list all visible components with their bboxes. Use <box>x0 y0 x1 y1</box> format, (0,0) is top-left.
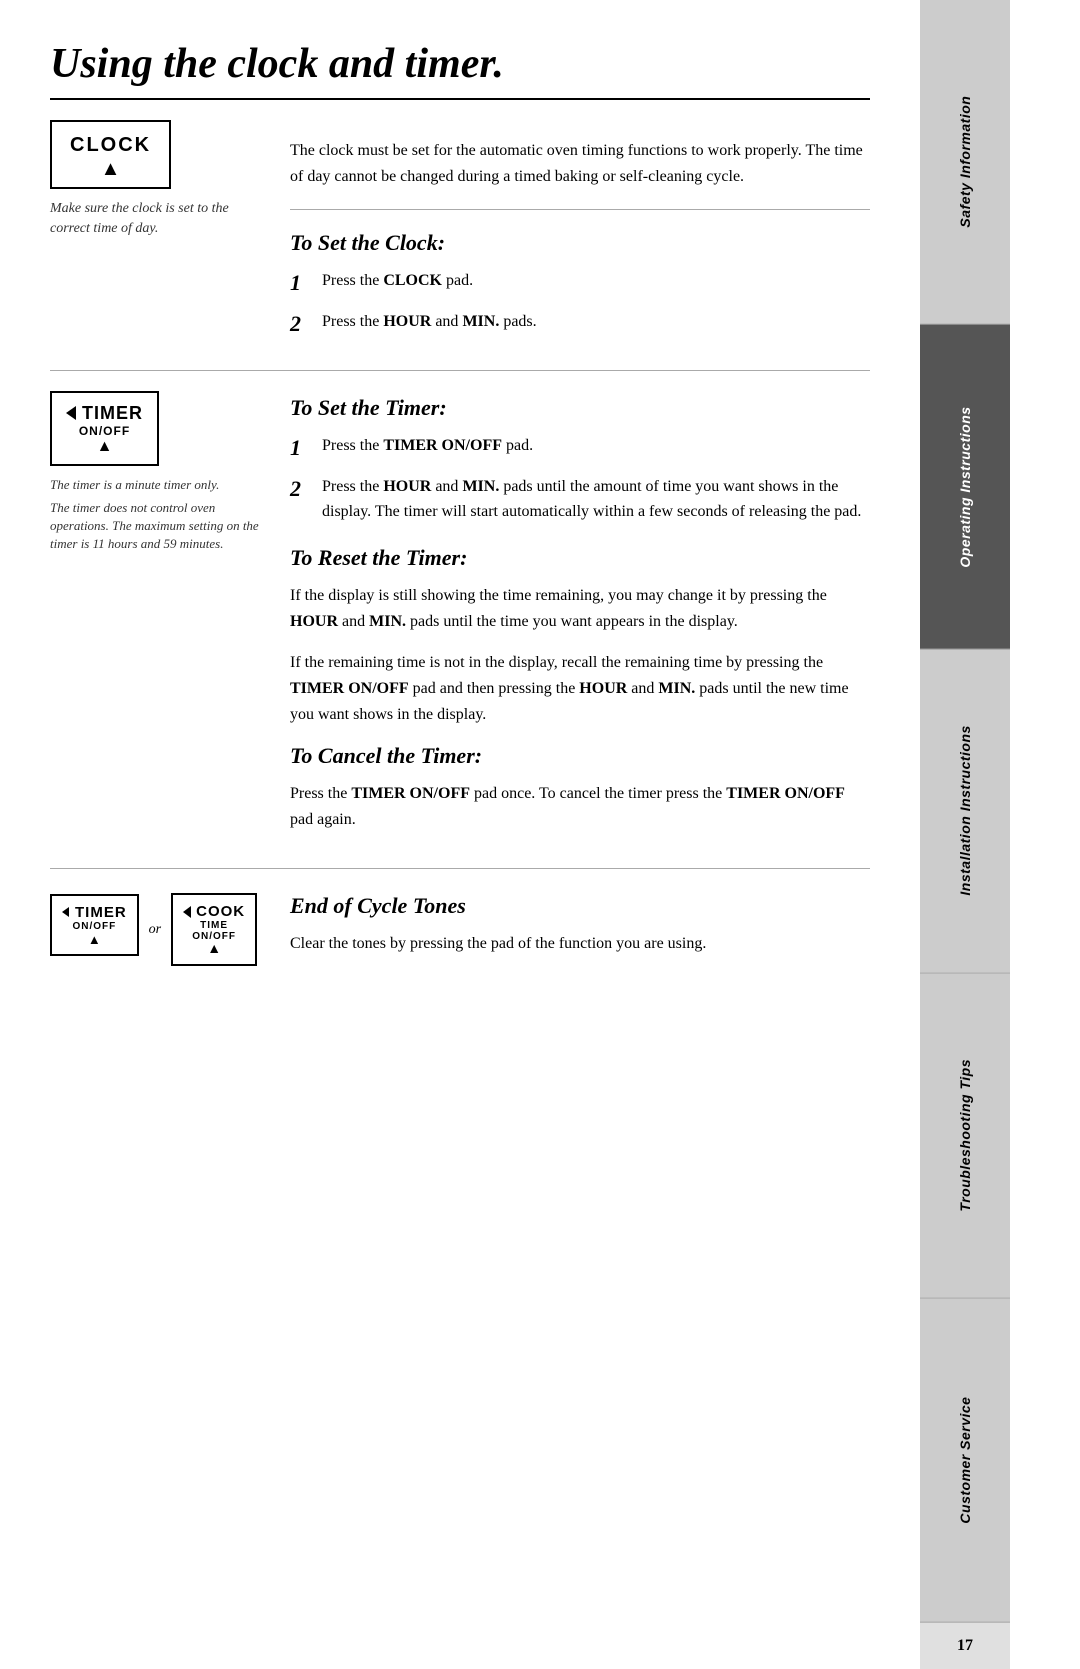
cancel-para: Press the TIMER ON/OFF pad once. To canc… <box>290 781 870 834</box>
cook-time-main-label: COOK <box>196 903 245 920</box>
cook-time-sub1: TIME <box>183 920 245 931</box>
step-num-1: 1 <box>290 268 314 299</box>
end-icons-col: TIMER ON/OFF ▲ or COOK TIME ON/OFF ▲ <box>50 889 290 971</box>
timer-caption1: The timer is a minute timer only. <box>50 476 270 494</box>
timer-step2-bold2: MIN. <box>462 478 499 495</box>
reset-bold1: HOUR <box>290 613 338 630</box>
end-timer-label: TIMER <box>75 904 127 921</box>
sidebar-tab-safety: Safety Information <box>920 0 1010 325</box>
or-text: or <box>149 922 161 938</box>
page-number: 17 <box>920 1623 1010 1669</box>
reset2-bold1: TIMER ON/OFF <box>290 680 409 697</box>
timer-label: TIMER <box>82 403 143 424</box>
sidebar-tab-operating: Operating Instructions <box>920 325 1010 650</box>
divider-3 <box>50 868 870 869</box>
cancel-bold1: TIMER ON/OFF <box>351 785 470 802</box>
set-clock-heading: To Set the Clock: <box>290 230 870 256</box>
clock-arrow-icon: ▲ <box>70 161 151 177</box>
divider-1 <box>290 209 870 210</box>
timer-box: TIMER ON/OFF ▲ <box>50 391 159 466</box>
timer-section: TIMER ON/OFF ▲ The timer is a minute tim… <box>50 391 870 848</box>
clock-step1-text: Press the CLOCK pad. <box>322 268 473 294</box>
cook-time-arrow-icon: ▲ <box>183 942 245 958</box>
clock-step1-bold: CLOCK <box>383 272 442 289</box>
clock-intro: The clock must be set for the automatic … <box>290 138 870 189</box>
step-num-2: 2 <box>290 309 314 340</box>
timer-step2-bold1: HOUR <box>383 478 431 495</box>
clock-label: CLOCK <box>70 134 151 156</box>
reset2-bold3: MIN. <box>658 680 695 697</box>
cancel-timer-heading: To Cancel the Timer: <box>290 743 870 769</box>
cook-time-box: COOK TIME ON/OFF ▲ <box>171 893 257 966</box>
timer-step1-text: Press the TIMER ON/OFF pad. <box>322 433 533 459</box>
cancel-bold2: TIMER ON/OFF <box>726 785 845 802</box>
timer-right-col: To Set the Timer: 1 Press the TIMER ON/O… <box>290 391 870 848</box>
timer-step-num-1: 1 <box>290 433 314 464</box>
clock-left-col: CLOCK ▲ Make sure the clock is set to th… <box>50 120 290 350</box>
end-cycle-para: Clear the tones by pressing the pad of t… <box>290 931 870 957</box>
clock-caption: Make sure the clock is set to the correc… <box>50 199 270 238</box>
main-content: Using the clock and timer. CLOCK ▲ Make … <box>0 0 920 1669</box>
clock-section: CLOCK ▲ Make sure the clock is set to th… <box>50 120 870 350</box>
end-cycle-heading: End of Cycle Tones <box>290 893 870 919</box>
reset2-bold2: HOUR <box>579 680 627 697</box>
set-timer-heading: To Set the Timer: <box>290 395 870 421</box>
sidebar: Safety Information Operating Instruction… <box>920 0 1010 1669</box>
end-cycle-section: TIMER ON/OFF ▲ or COOK TIME ON/OFF ▲ End… <box>50 889 870 971</box>
end-timer-label-row: TIMER <box>62 904 127 921</box>
reset-bold2: MIN. <box>369 613 406 630</box>
clock-box: CLOCK ▲ <box>50 120 171 189</box>
end-cycle-right-col: End of Cycle Tones Clear the tones by pr… <box>290 889 870 971</box>
cook-time-sub2: ON/OFF <box>183 931 245 942</box>
clock-step-2: 2 Press the HOUR and MIN. pads. <box>290 309 870 340</box>
sidebar-tab-installation-label: Installation Instructions <box>957 726 973 896</box>
timer-triangle-icon <box>66 406 76 420</box>
timer-arrow-icon: ▲ <box>66 438 143 456</box>
end-timer-sublabel: ON/OFF <box>62 921 127 932</box>
sidebar-tab-installation: Installation Instructions <box>920 649 1010 974</box>
sidebar-tab-safety-label: Safety Information <box>957 96 973 228</box>
timer-sublabel: ON/OFF <box>66 424 143 438</box>
sidebar-tab-troubleshooting: Troubleshooting Tips <box>920 974 1010 1299</box>
clock-right-col: The clock must be set for the automatic … <box>290 120 870 350</box>
clock-step-1: 1 Press the CLOCK pad. <box>290 268 870 299</box>
sidebar-tab-troubleshooting-label: Troubleshooting Tips <box>957 1059 973 1212</box>
timer-step1-bold: TIMER ON/OFF <box>383 437 502 454</box>
end-timer-box: TIMER ON/OFF ▲ <box>50 894 139 956</box>
clock-step2-text: Press the HOUR and MIN. pads. <box>322 309 537 335</box>
timer-left-col: TIMER ON/OFF ▲ The timer is a minute tim… <box>50 391 290 848</box>
sidebar-tab-customer-label: Customer Service <box>957 1397 973 1524</box>
page-title: Using the clock and timer. <box>50 40 870 100</box>
clock-step2-bold1: HOUR <box>383 313 431 330</box>
timer-step-1: 1 Press the TIMER ON/OFF pad. <box>290 433 870 464</box>
timer-step2-text: Press the HOUR and MIN. pads until the a… <box>322 474 870 525</box>
clock-step2-bold2: MIN. <box>462 313 499 330</box>
timer-step-num-2: 2 <box>290 474 314 505</box>
sidebar-tab-operating-label: Operating Instructions <box>957 406 973 567</box>
timer-step-2: 2 Press the HOUR and MIN. pads until the… <box>290 474 870 525</box>
cook-time-label-row: COOK <box>183 903 245 920</box>
sidebar-tab-customer: Customer Service <box>920 1298 1010 1623</box>
cook-time-triangle-icon <box>183 906 191 918</box>
reset-para1: If the display is still showing the time… <box>290 583 870 636</box>
end-timer-arrow-icon: ▲ <box>62 932 127 948</box>
divider-2 <box>50 370 870 371</box>
reset-timer-heading: To Reset the Timer: <box>290 545 870 571</box>
reset-para2: If the remaining time is not in the disp… <box>290 650 870 729</box>
end-timer-triangle-icon <box>62 907 69 917</box>
timer-label-row: TIMER <box>66 403 143 424</box>
timer-caption2: The timer does not control oven operatio… <box>50 499 270 554</box>
